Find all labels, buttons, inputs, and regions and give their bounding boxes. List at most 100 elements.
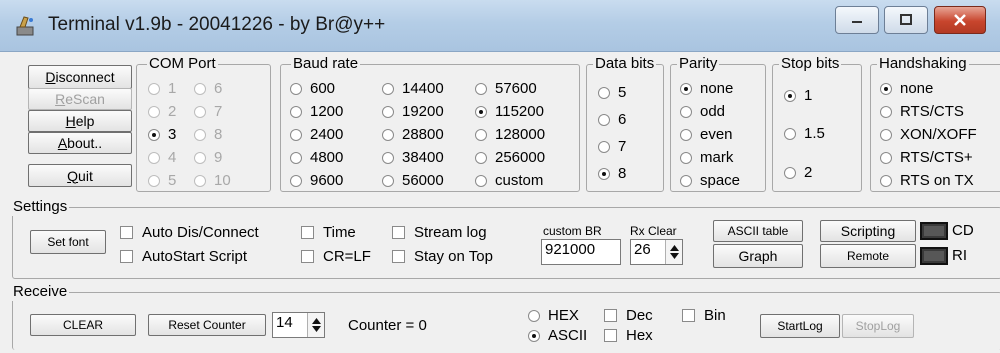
terminal-app-icon xyxy=(16,16,34,36)
parity-mark-radio[interactable]: mark xyxy=(680,149,733,166)
com-port-7-radio[interactable]: 7 xyxy=(194,103,222,120)
counter-display: Counter = 0 xyxy=(348,317,427,334)
maximize-button[interactable] xyxy=(884,6,928,34)
baud-128000-radio[interactable]: 128000 xyxy=(475,126,545,143)
spin-down-icon xyxy=(311,326,321,332)
receive-legend: Receive xyxy=(11,283,70,301)
quit-button[interactable]: Quit xyxy=(28,164,132,187)
graph-button[interactable]: Graph xyxy=(713,244,803,268)
autostart-script-checkbox[interactable]: AutoStart Script xyxy=(120,248,247,265)
settings-legend: Settings xyxy=(11,198,70,216)
baud-56000-radio[interactable]: 56000 xyxy=(382,172,444,189)
stop-log-button[interactable]: StopLog xyxy=(842,314,914,338)
clear-button[interactable]: CLEAR xyxy=(30,314,136,336)
com-port-legend: COM Port xyxy=(147,55,218,73)
baud-115200-radio[interactable]: 115200 xyxy=(475,103,544,120)
cd-indicator xyxy=(920,222,948,240)
stay-on-top-checkbox[interactable]: Stay on Top xyxy=(392,248,493,265)
reset-counter-button[interactable]: Reset Counter xyxy=(148,314,266,336)
bin-checkbox[interactable]: Bin xyxy=(682,307,726,324)
rx-clear-input[interactable]: 26 xyxy=(630,239,683,265)
baud-600-radio[interactable]: 600 xyxy=(290,80,335,97)
com-port-1-radio[interactable]: 1 xyxy=(148,80,176,97)
data-bits-5-radio[interactable]: 5 xyxy=(598,84,626,101)
baud-rate-legend: Baud rate xyxy=(291,55,361,73)
stream-log-checkbox[interactable]: Stream log xyxy=(392,224,487,241)
minimize-button[interactable] xyxy=(835,6,879,34)
title-bar: Terminal v1.9b - 20041226 - by Br@y++ xyxy=(0,0,1000,52)
ascii-table-button[interactable]: ASCII table xyxy=(713,220,803,242)
about-button[interactable]: About.. xyxy=(28,132,132,154)
stop-bits-2-radio[interactable]: 2 xyxy=(784,164,812,181)
settings-group: Settings xyxy=(11,198,1000,279)
baud-9600-radio[interactable]: 9600 xyxy=(290,172,343,189)
cd-label: CD xyxy=(952,222,974,239)
cr-lf-checkbox[interactable]: CR=LF xyxy=(301,248,371,265)
baud-2400-radio[interactable]: 2400 xyxy=(290,126,343,143)
baud-14400-radio[interactable]: 14400 xyxy=(382,80,444,97)
handshaking-none-radio[interactable]: none xyxy=(880,80,933,97)
rx-clear-label: Rx Clear xyxy=(630,224,677,238)
com-port-4-radio[interactable]: 4 xyxy=(148,149,176,166)
baud-19200-radio[interactable]: 19200 xyxy=(382,103,444,120)
counter-spin-input[interactable]: 14 xyxy=(272,312,325,338)
set-font-button[interactable]: Set font xyxy=(30,230,106,254)
close-button[interactable] xyxy=(934,6,986,34)
main-panel: Disconnect ReScan Help About.. Quit COM … xyxy=(8,52,1000,353)
help-button[interactable]: Help xyxy=(28,110,132,132)
hex-checkbox[interactable]: Hex xyxy=(604,327,653,344)
data-bits-legend: Data bits xyxy=(593,55,657,73)
auto-dis-connect-checkbox[interactable]: Auto Dis/Connect xyxy=(120,224,259,241)
stop-bits-legend: Stop bits xyxy=(779,55,842,73)
custom-br-label: custom BR xyxy=(543,224,602,238)
baud-256000-radio[interactable]: 256000 xyxy=(475,149,545,166)
com-port-2-radio[interactable]: 2 xyxy=(148,103,176,120)
ascii-radio[interactable]: ASCII xyxy=(528,327,587,344)
baud-1200-radio[interactable]: 1200 xyxy=(290,103,343,120)
handshaking-rts-cts-radio[interactable]: RTS/CTS xyxy=(880,103,964,120)
baud-57600-radio[interactable]: 57600 xyxy=(475,80,537,97)
com-port-5-radio[interactable]: 5 xyxy=(148,172,176,189)
hex-radio[interactable]: HEX xyxy=(528,307,579,324)
parity-legend: Parity xyxy=(677,55,720,73)
data-bits-6-radio[interactable]: 6 xyxy=(598,111,626,128)
baud-28800-radio[interactable]: 28800 xyxy=(382,126,444,143)
handshaking-legend: Handshaking xyxy=(877,55,969,73)
dec-checkbox[interactable]: Dec xyxy=(604,307,653,324)
baud-custom-radio[interactable]: custom xyxy=(475,172,543,189)
parity-none-radio[interactable]: none xyxy=(680,80,733,97)
custom-br-input[interactable]: 921000 xyxy=(541,239,621,265)
handshaking-rts-cts-plus-radio[interactable]: RTS/CTS+ xyxy=(880,149,973,166)
time-checkbox[interactable]: Time xyxy=(301,224,356,241)
parity-space-radio[interactable]: space xyxy=(680,172,740,189)
com-port-8-radio[interactable]: 8 xyxy=(194,126,222,143)
com-port-9-radio[interactable]: 9 xyxy=(194,149,222,166)
data-bits-7-radio[interactable]: 7 xyxy=(598,138,626,155)
com-port-6-radio[interactable]: 6 xyxy=(194,80,222,97)
com-port-10-radio[interactable]: 10 xyxy=(194,172,231,189)
scripting-button[interactable]: Scripting xyxy=(820,220,916,242)
com-port-3-radio[interactable]: 3 xyxy=(148,126,176,143)
stop-bits-1-radio[interactable]: 1 xyxy=(784,87,812,104)
parity-odd-radio[interactable]: odd xyxy=(680,103,725,120)
remote-button[interactable]: Remote xyxy=(820,244,916,268)
disconnect-button[interactable]: Disconnect xyxy=(28,65,132,89)
stop-bits-1.5-radio[interactable]: 1.5 xyxy=(784,125,825,142)
maximize-icon xyxy=(900,14,912,25)
handshaking-xon-xoff-radio[interactable]: XON/XOFF xyxy=(880,126,977,143)
ri-indicator xyxy=(920,247,948,265)
baud-4800-radio[interactable]: 4800 xyxy=(290,149,343,166)
handshaking-rts-on-tx-radio[interactable]: RTS on TX xyxy=(880,172,974,189)
start-log-button[interactable]: StartLog xyxy=(760,314,840,338)
data-bits-8-radio[interactable]: 8 xyxy=(598,165,626,182)
rescan-button[interactable]: ReScan xyxy=(28,88,132,110)
parity-even-radio[interactable]: even xyxy=(680,126,733,143)
window-title: Terminal v1.9b - 20041226 - by Br@y++ xyxy=(48,14,386,35)
ri-label: RI xyxy=(952,247,967,264)
close-icon xyxy=(954,14,966,26)
baud-38400-radio[interactable]: 38400 xyxy=(382,149,444,166)
counter-spinner[interactable] xyxy=(307,313,324,337)
rx-clear-spinner[interactable] xyxy=(665,240,682,264)
spin-up-icon xyxy=(311,318,321,324)
spin-down-icon xyxy=(669,253,679,259)
